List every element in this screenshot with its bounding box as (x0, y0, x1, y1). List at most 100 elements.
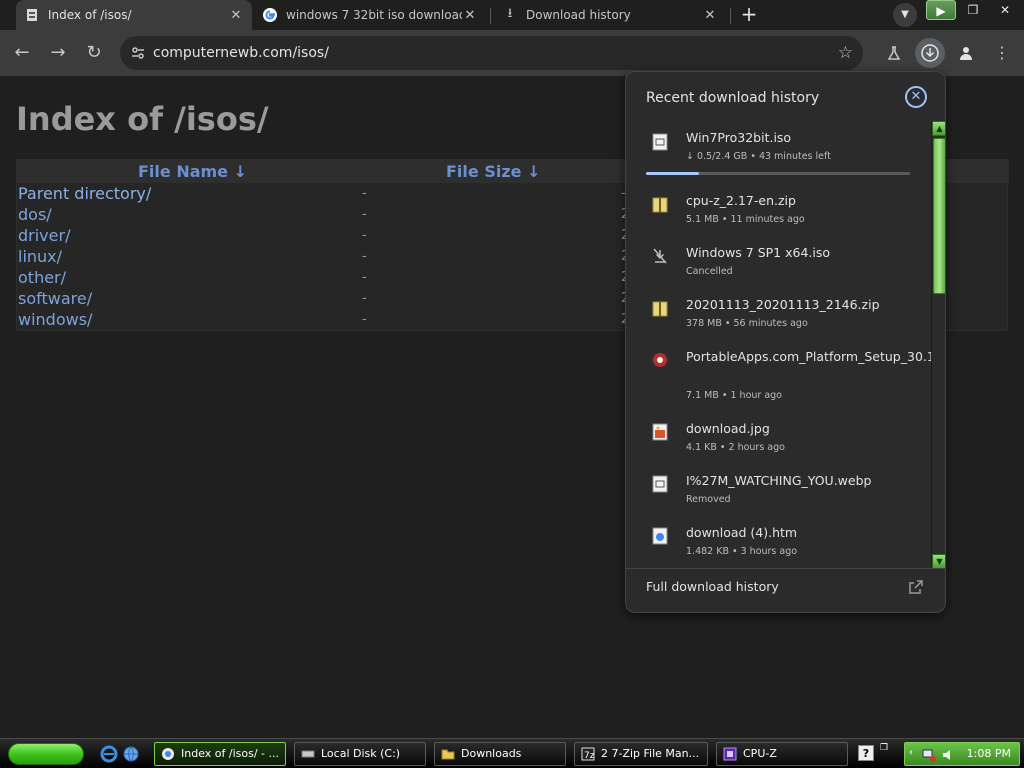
download-filename: 20201113_20201113_2146.zip (686, 297, 880, 312)
restore-button[interactable]: ❐ (958, 0, 988, 20)
file-size: - (362, 249, 367, 264)
restore-windows-icon[interactable]: ❐ (880, 743, 898, 763)
download-item[interactable]: Win7Pro32bit.iso ↓ 0.5/2.4 GB • 43 minut… (626, 128, 926, 178)
menu-kebab-icon[interactable]: ⋮ (987, 38, 1017, 68)
tab-index-isos[interactable]: Index of /isos/ ✕ (16, 0, 252, 30)
popup-title: Recent download history (646, 90, 820, 106)
tab-title: Download history (526, 8, 631, 22)
image-icon (652, 423, 668, 441)
google-icon (262, 7, 278, 23)
taskbar-button-label: Index of /isos/ - ... (181, 747, 279, 760)
file-size: - (362, 270, 367, 285)
url-text[interactable]: computernewb.com/isos/ (153, 36, 329, 70)
browser-globe-icon[interactable] (122, 745, 140, 763)
tray-expand-icon[interactable]: ‹ (909, 747, 917, 758)
popup-scrollbar[interactable]: ▲ ▼ (931, 121, 945, 569)
download-item[interactable]: download (4).htm 1.482 KB • 3 hours ago (626, 523, 926, 563)
download-filename: I%27M_WATCHING_YOU.webp (686, 473, 872, 488)
tab-close-icon[interactable]: ✕ (228, 7, 244, 23)
exe-icon (653, 353, 667, 367)
bookmark-star-icon[interactable]: ☆ (838, 36, 853, 70)
help-icon[interactable]: ? (858, 745, 874, 761)
taskbar-button-local-disk[interactable]: Local Disk (C:) (294, 742, 426, 766)
site-info-icon[interactable] (130, 45, 146, 61)
tab-strip: Index of /isos/ ✕ windows 7 32bit iso do… (0, 0, 1024, 30)
folder-page-icon (24, 7, 40, 23)
download-status: ↓ 0.5/2.4 GB • 43 minutes left (686, 151, 831, 162)
scroll-up-arrow-icon[interactable]: ▲ (932, 121, 945, 136)
tab-title: Index of /isos/ (48, 8, 132, 22)
taskbar-button-browser[interactable]: Index of /isos/ - ... (154, 742, 286, 766)
profile-icon[interactable] (951, 38, 981, 68)
tab-close-icon[interactable]: ✕ (702, 7, 718, 23)
downloads-button[interactable] (915, 38, 945, 68)
file-size: - (362, 228, 367, 243)
drive-icon (301, 750, 315, 758)
download-item[interactable]: Windows 7 SP1 x64.iso Cancelled (626, 243, 926, 283)
download-status: 4.1 KB • 2 hours ago (686, 442, 785, 453)
minimize-button[interactable]: ▶ (926, 0, 956, 20)
back-button[interactable]: ← (7, 38, 37, 68)
download-item[interactable]: download.jpg 4.1 KB • 2 hours ago (626, 419, 926, 459)
file-icon (652, 475, 668, 493)
taskbar-clock[interactable]: 1:08 PM (967, 743, 1011, 765)
browser-toolbar: ← → ↻ computernewb.com/isos/ ☆ ⋮ (0, 30, 1024, 76)
directory-link-driver[interactable]: driver/ (18, 225, 70, 246)
taskbar-button-label: 2 7-Zip File Man... (601, 747, 700, 760)
address-bar[interactable]: computernewb.com/isos/ ☆ (120, 36, 863, 70)
full-download-history-link[interactable]: Full download history (626, 568, 945, 612)
download-item[interactable]: cpu-z_2.17-en.zip 5.1 MB • 11 minutes ag… (626, 191, 926, 231)
download-status: 7.1 MB • 1 hour ago (686, 390, 782, 401)
new-tab-button[interactable]: + (736, 3, 762, 27)
file-size: - (362, 312, 367, 327)
download-filename: Win7Pro32bit.iso (686, 130, 792, 145)
download-status: 1.482 KB • 3 hours ago (686, 546, 798, 557)
network-tray-icon[interactable] (921, 747, 937, 763)
start-button[interactable] (8, 743, 84, 765)
labs-flask-icon[interactable] (879, 38, 909, 68)
directory-link-software[interactable]: software/ (18, 288, 92, 309)
scroll-down-arrow-icon[interactable]: ▼ (932, 554, 945, 569)
taskbar-button-label: Downloads (461, 747, 522, 760)
tab-google-search[interactable]: windows 7 32bit iso download - Go ✕ (254, 0, 486, 30)
download-item[interactable]: PortableApps.com_Platform_Setup_30.1.3.p… (626, 347, 945, 407)
download-status: Removed (686, 494, 731, 505)
column-header-file-name[interactable]: File Name ↓ (138, 160, 247, 183)
directory-link-other[interactable]: other/ (18, 267, 66, 288)
download-item[interactable]: 20201113_20201113_2146.zip 378 MB • 56 m… (626, 295, 926, 335)
directory-link-dos[interactable]: dos/ (18, 204, 52, 225)
taskbar-button-label: CPU-Z (743, 747, 777, 760)
download-filename: PortableApps.com_Platform_Setup_30.1.3.p… (686, 349, 945, 364)
forward-button[interactable]: → (43, 38, 73, 68)
tab-download-history[interactable]: ⭳ Download history ✕ (494, 0, 726, 30)
volume-tray-icon[interactable] (941, 747, 957, 763)
internet-explorer-icon[interactable] (100, 745, 118, 763)
column-header-file-size[interactable]: File Size ↓ (446, 160, 540, 183)
taskbar-button-7zip[interactable]: 7z 2 7-Zip File Man... (574, 742, 708, 766)
parent-directory-link[interactable]: Parent directory/ (18, 183, 151, 204)
download-status: 378 MB • 56 minutes ago (686, 318, 808, 329)
file-size: - (362, 291, 367, 306)
page-title: Index of /isos/ (16, 100, 269, 138)
directory-link-linux[interactable]: linux/ (18, 246, 62, 267)
download-filename: cpu-z_2.17-en.zip (686, 193, 796, 208)
download-filename: download.jpg (686, 421, 770, 436)
download-progress-fill (646, 172, 699, 175)
footer-label: Full download history (646, 579, 779, 594)
svg-text:7z: 7z (584, 751, 595, 761)
download-status: Cancelled (686, 266, 733, 277)
tab-search-chevron-icon[interactable]: ▼ (893, 3, 917, 27)
reload-button[interactable]: ↻ (79, 38, 109, 68)
taskbar-button-downloads[interactable]: Downloads (434, 742, 566, 766)
download-filename: download (4).htm (686, 525, 798, 540)
close-popup-button[interactable]: ✕ (905, 86, 927, 108)
cancelled-icon (653, 248, 667, 264)
close-window-button[interactable]: ✕ (990, 0, 1020, 20)
tab-close-icon[interactable]: ✕ (462, 7, 478, 23)
scrollbar-thumb[interactable] (933, 138, 945, 294)
download-item[interactable]: I%27M_WATCHING_YOU.webp Removed (626, 471, 926, 511)
download-history-popup: Recent download history ✕ Win7Pro32bit.i… (625, 71, 946, 613)
browser-icon (162, 748, 174, 760)
directory-link-windows[interactable]: windows/ (18, 309, 92, 330)
taskbar-button-cpuz[interactable]: CPU-Z (716, 742, 848, 766)
